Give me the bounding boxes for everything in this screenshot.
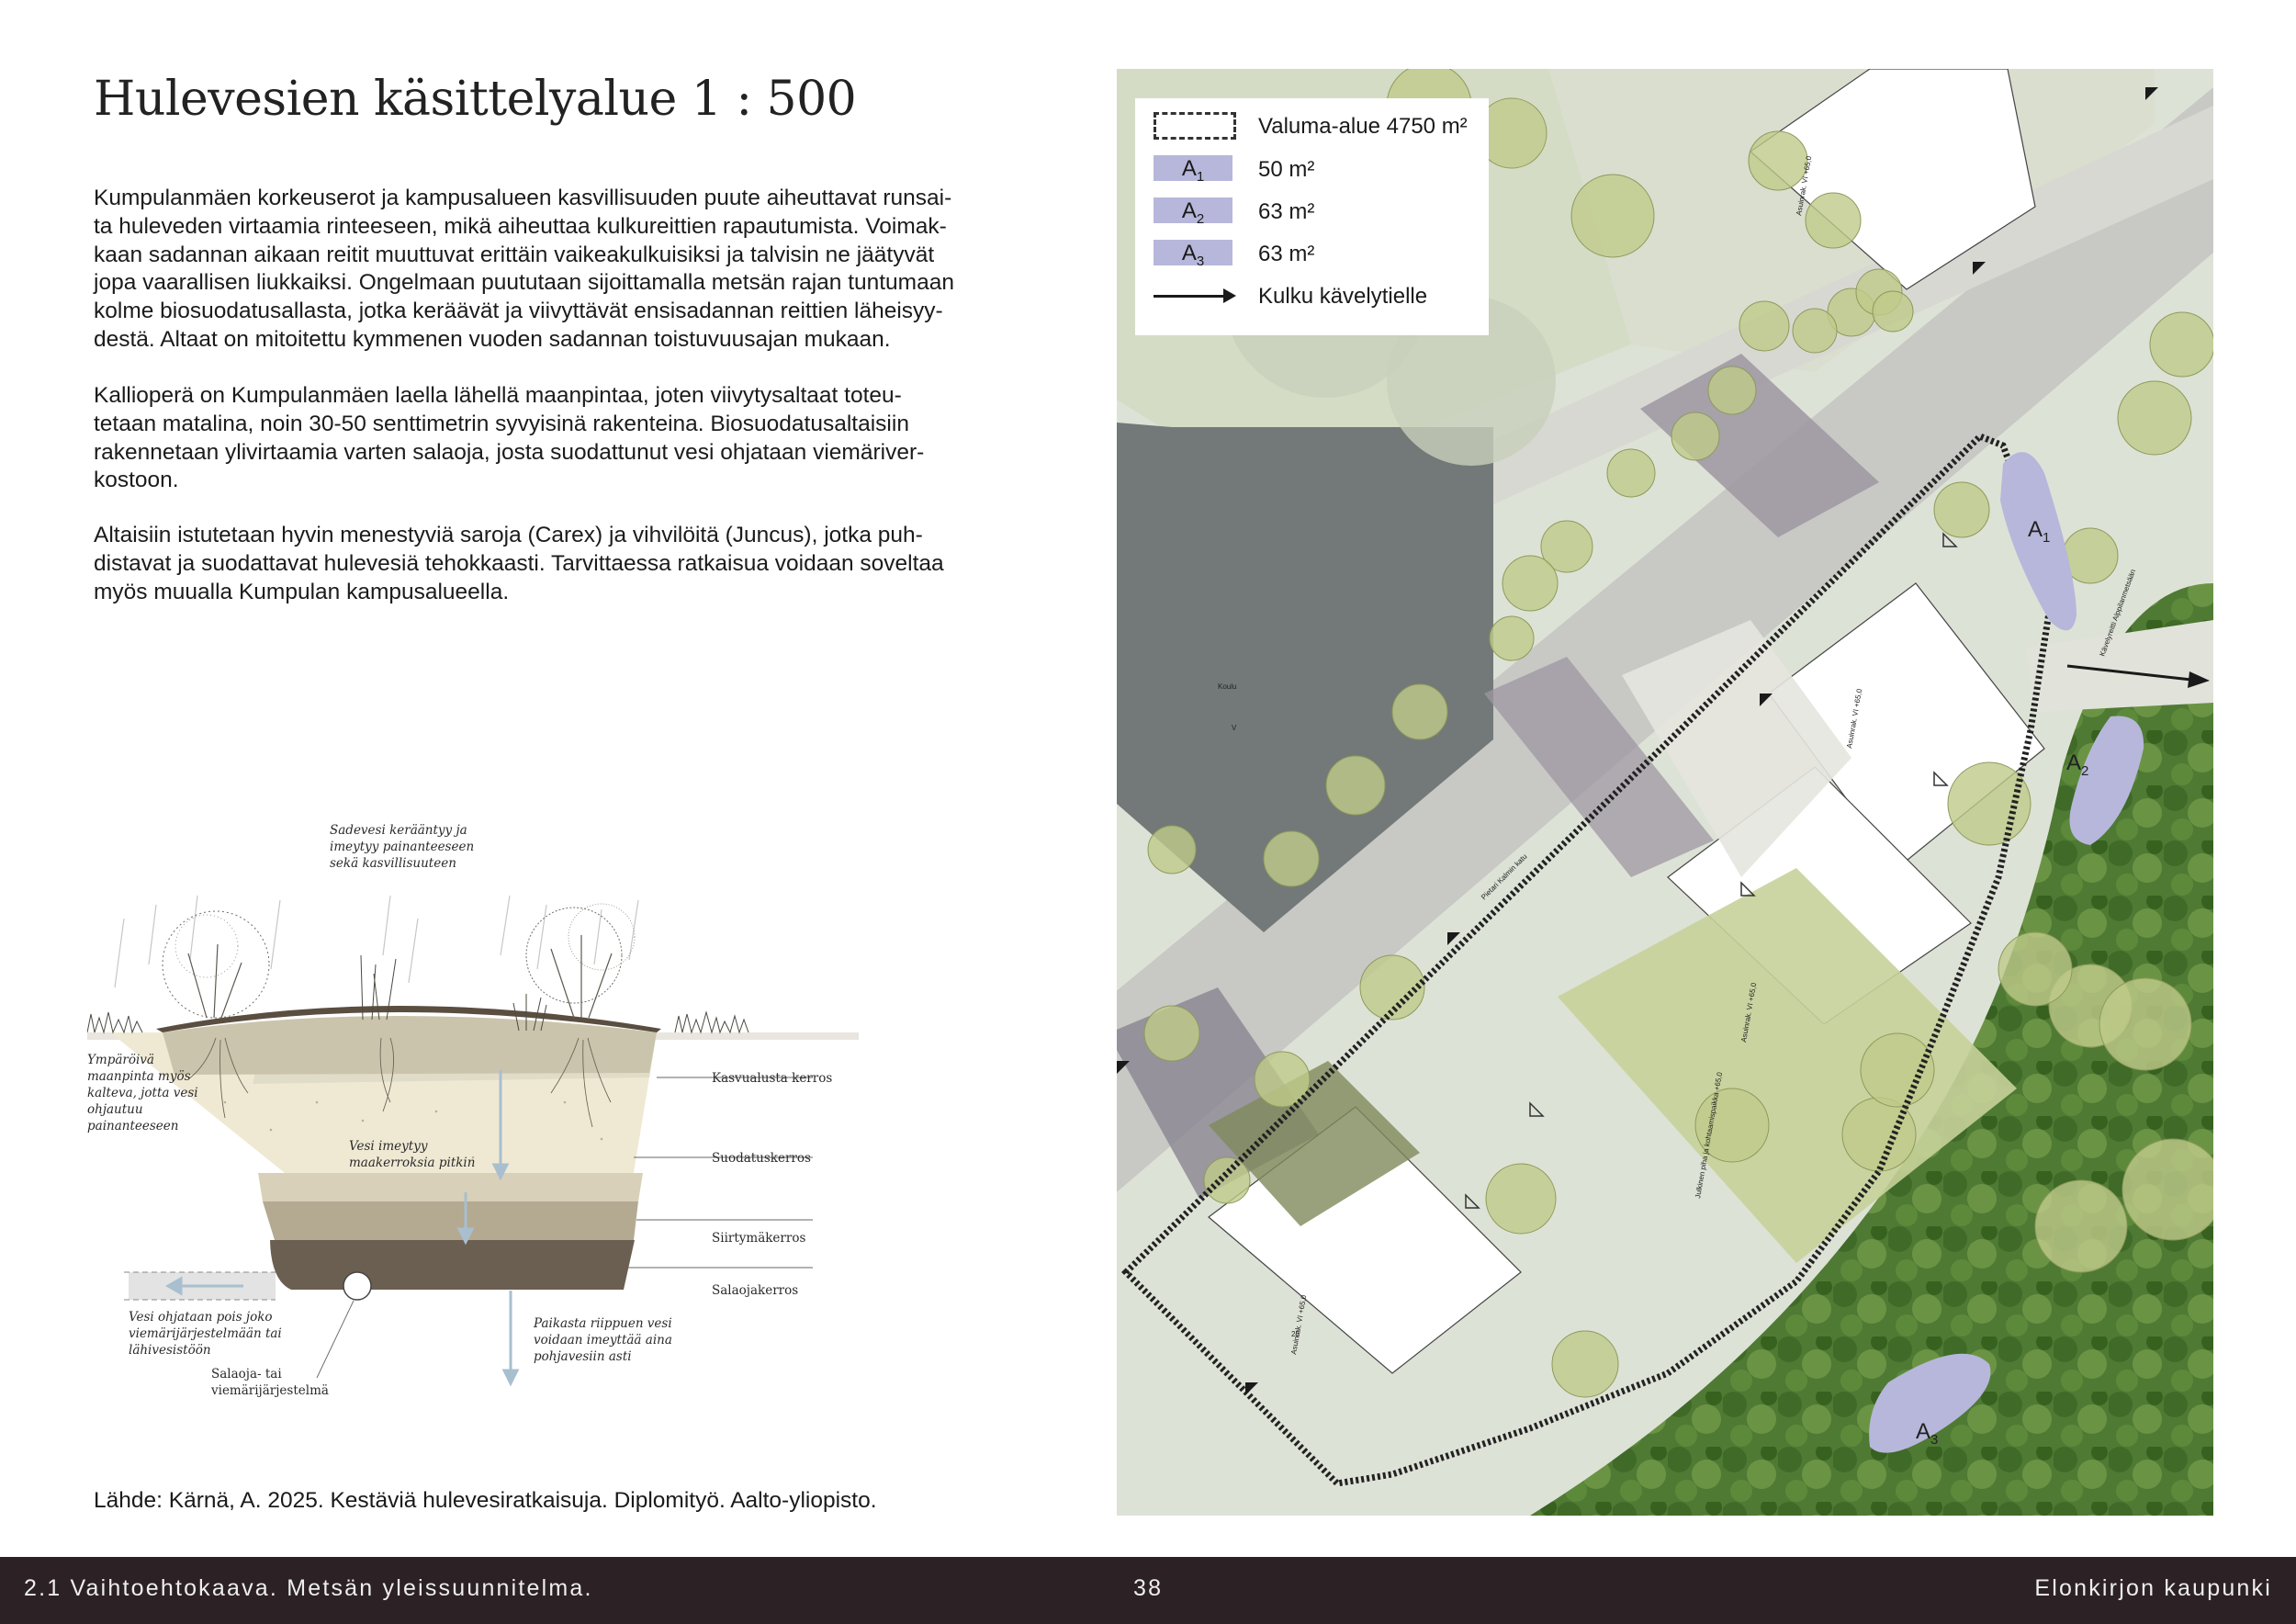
drain-note-line: lähivesistöön <box>129 1343 211 1358</box>
left-note-line: kalteva, jotta vesi <box>87 1086 198 1100</box>
pipe-note-line: Salaoja- tai <box>211 1367 282 1382</box>
paragraph-line: kaan sadannan aikaan reitit muuttuvat er… <box>94 242 935 267</box>
drain-note-line: Vesi ohjataan pois joko <box>129 1310 273 1325</box>
paragraph-line: distavat ja suodattavat hulevesiä tehokk… <box>94 550 944 576</box>
school-label: Koulu <box>1218 682 1236 691</box>
shrub-right <box>525 903 636 1019</box>
top-note-line: imeytyy painanteeseen <box>330 840 474 854</box>
legend-value: 63 m² <box>1258 242 1315 266</box>
area-label-a1: A1 <box>2028 517 2050 546</box>
paragraph-line: destä. Altaat on mitoitettu kymmenen vuo… <box>94 326 891 352</box>
paragraph-line: myös muualla Kumpulan kampusalueella. <box>94 579 510 604</box>
middle-note-line: Vesi imeytyy <box>349 1139 428 1154</box>
pipe-note-line: viemärijärjestelmä <box>210 1383 329 1398</box>
paragraph-line: tetaan matalina, noin 30-50 senttimetrin… <box>94 411 909 436</box>
legend-label: Kulku kävelytielle <box>1258 284 1428 309</box>
area-letter: A <box>2066 750 2082 775</box>
paragraph-line: kolme biosuodatusallasta, jotka keräävät… <box>94 299 943 324</box>
basin-symbol: A3 <box>1154 240 1232 269</box>
area-label-a3: A3 <box>1916 1419 1938 1448</box>
layer-label: Suodatuskerros <box>712 1151 811 1166</box>
left-note-line: ohjautuu <box>87 1102 143 1117</box>
legend-subscript: 3 <box>1196 253 1205 269</box>
paragraph-1: Kumpulanmäen korkeuserot ja kampusalueen… <box>94 185 1021 355</box>
left-note-line: maanpinta myös <box>87 1069 191 1084</box>
paragraph-line: Kallioperä on Kumpulanmäen laella lähell… <box>94 383 902 408</box>
area-label-a2: A2 <box>2066 750 2088 779</box>
basin-symbol: A1 <box>1154 155 1232 185</box>
layer-label: Kasvualusta kerros <box>712 1071 832 1086</box>
site-plan-map: Koulu V 25 Pietari Kalmin katu Asuinrak.… <box>1117 69 2213 1516</box>
arrow-icon <box>1154 288 1236 303</box>
footer-bar: 2.1 Vaihtoehtokaava. Metsän yleissuunnit… <box>0 1557 2296 1624</box>
groundwater-note-line: pohjavesiin asti <box>534 1349 632 1364</box>
paragraph-line: rakennetaan ylivirtaamia varten salaoja,… <box>94 439 925 465</box>
legend-subscript: 2 <box>1196 210 1205 227</box>
legend-label: Valuma-alue 4750 m² <box>1258 114 1468 139</box>
area-subscript: 3 <box>1930 1431 1939 1448</box>
legend-value: 50 m² <box>1258 157 1315 182</box>
area-subscript: 2 <box>2081 762 2089 779</box>
biofilter-section-diagram: Sadevesi kerääntyy ja imeytyy painantees… <box>87 823 859 1398</box>
page-title: Hulevesien käsittelyalue 1 : 500 <box>94 72 857 127</box>
legend-letter: A <box>1181 198 1197 223</box>
legend-value: 63 m² <box>1258 199 1315 224</box>
layer-label: Salaojakerros <box>712 1283 798 1298</box>
paragraph-3: Altaisiin istutetaan hyvin menestyviä sa… <box>94 522 1021 606</box>
paragraph-line: Kumpulanmäen korkeuserot ja kampusalueen… <box>94 186 952 210</box>
legend-subscript: 1 <box>1196 168 1205 185</box>
groundwater-note-line: voidaan imeyttää aina <box>534 1333 672 1348</box>
basin-symbol: A2 <box>1154 197 1232 227</box>
area-subscript: 1 <box>2043 529 2051 546</box>
layer-label: Siirtymäkerros <box>712 1231 805 1246</box>
area-letter: A <box>1916 1419 1931 1444</box>
paragraph-line: ta huleveden virtaamia rinteeseen, mikä … <box>94 213 947 239</box>
middle-note-line: maakerroksia pitkin <box>349 1156 475 1170</box>
transition-layer <box>263 1201 638 1240</box>
paragraph-2: Kallioperä on Kumpulanmäen laella lähell… <box>94 382 1021 495</box>
footer-page-number: 38 <box>1133 1575 1164 1601</box>
growing-layer <box>163 1016 657 1075</box>
left-note-line: Ympäröivä <box>87 1053 154 1067</box>
paragraph-line: kostoon. <box>94 468 179 493</box>
source-citation: Lähde: Kärnä, A. 2025. Kestäviä hulevesi… <box>94 1488 877 1513</box>
paragraph-line: jopa vaarallisen liukkaiksi. Ongelmaan p… <box>94 270 954 296</box>
legend-letter: A <box>1181 241 1197 265</box>
legend-letter: A <box>1181 156 1197 181</box>
catchment-symbol <box>1154 112 1236 140</box>
map-legend: Valuma-alue 4750 m² A1 50 m² A2 63 m² A3… <box>1135 98 1489 335</box>
left-note-line: painanteeseen <box>87 1119 178 1133</box>
shrub-left <box>162 910 270 1019</box>
top-note-line: Sadevesi kerääntyy ja <box>330 823 467 838</box>
drain-layer <box>270 1240 635 1290</box>
school-class-label: V <box>1232 724 1237 732</box>
area-letter: A <box>2028 517 2043 542</box>
drain-note-line: viemärijärjestelmään tai <box>129 1326 282 1341</box>
footer-publication-title: Elonkirjon kaupunki <box>2034 1575 2272 1601</box>
groundwater-note-line: Paikasta riippuen vesi <box>533 1316 672 1331</box>
top-note-line: sekä kasvillisuuteen <box>330 856 456 871</box>
paragraph-line: Altaisiin istutetaan hyvin menestyviä sa… <box>94 523 923 547</box>
footer-section-title: 2.1 Vaihtoehtokaava. Metsän yleissuunnit… <box>24 1575 593 1601</box>
drain-pipe <box>343 1271 372 1301</box>
